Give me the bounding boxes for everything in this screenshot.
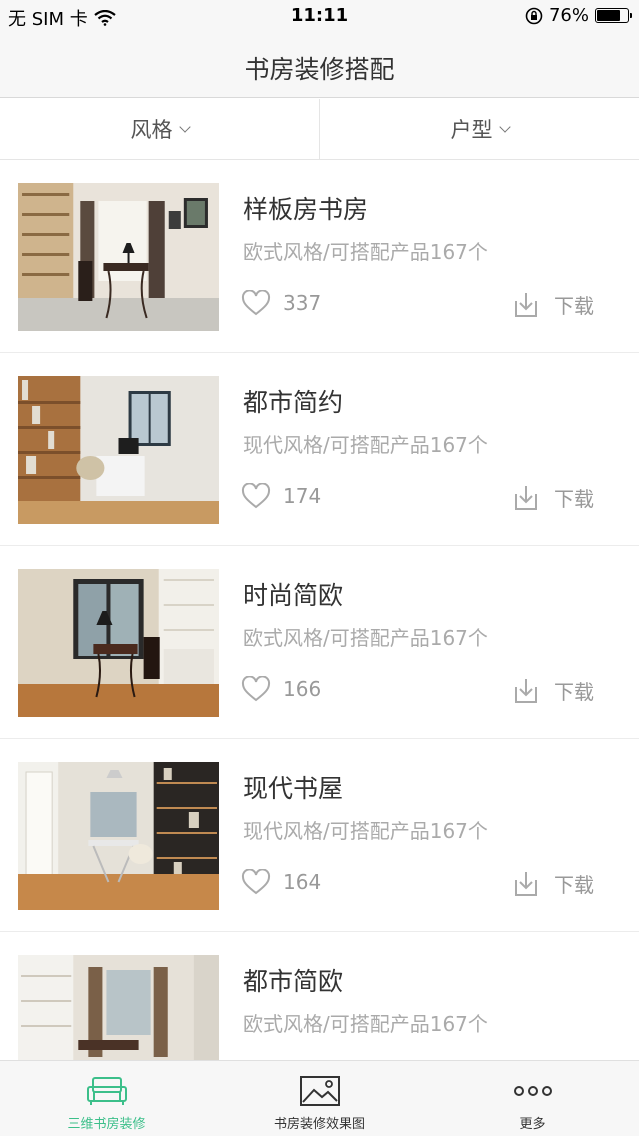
download-button[interactable]: 下载: [512, 483, 594, 512]
download-label: 下载: [554, 680, 594, 704]
more-dots-icon: [513, 1086, 552, 1096]
heart-icon: [241, 483, 271, 509]
download-label: 下载: [554, 487, 594, 511]
tab-label: 三维书房装修: [67, 1117, 146, 1132]
filter-style-label: 风格: [130, 118, 173, 142]
like-count: 174: [283, 484, 322, 508]
like-button[interactable]: 337: [241, 290, 321, 316]
page-title: 书房装修搭配: [244, 55, 395, 84]
item-title: 现代书屋: [243, 774, 344, 803]
room-thumbnail[interactable]: [18, 762, 219, 910]
item-subtitle: 欧式风格/可搭配产品167个: [243, 1012, 488, 1036]
tab-bar: 三维书房装修 书房装修效果图 更多: [0, 1060, 639, 1136]
filter-layout-label: 户型: [450, 118, 493, 142]
item-subtitle: 欧式风格/可搭配产品167个: [243, 240, 488, 264]
like-button[interactable]: 174: [241, 483, 321, 509]
item-subtitle: 欧式风格/可搭配产品167个: [243, 626, 488, 650]
download-icon: [515, 292, 537, 317]
item-subtitle: 现代风格/可搭配产品167个: [243, 433, 488, 457]
room-thumbnail[interactable]: [18, 955, 219, 1060]
item-title: 时尚简欧: [243, 581, 344, 610]
download-icon: [515, 678, 537, 703]
tab-label: 更多: [519, 1117, 546, 1132]
chevron-down-icon: [498, 120, 511, 133]
like-count: 164: [283, 870, 322, 894]
battery-fill: [597, 10, 620, 21]
heart-icon: [241, 290, 271, 316]
download-label: 下载: [554, 294, 594, 318]
download-button[interactable]: 下载: [512, 290, 594, 319]
heart-icon: [241, 676, 271, 702]
battery-percent: 76%: [548, 5, 589, 26]
download-label: 下载: [554, 873, 594, 897]
room-thumbnail[interactable]: [18, 183, 219, 331]
status-right: 76%: [525, 5, 632, 26]
room-thumbnail[interactable]: [18, 376, 219, 524]
tab-study-effect-images[interactable]: 书房装修效果图: [213, 1061, 426, 1136]
tab-3d-study-decoration[interactable]: 三维书房装修: [0, 1061, 213, 1136]
item-title: 都市简欧: [243, 967, 344, 996]
design-list: 样板房书房 欧式风格/可搭配产品167个 337 下载 都市简约 现代风格/可搭…: [0, 160, 639, 1060]
list-item[interactable]: 都市简欧 欧式风格/可搭配产品167个: [0, 932, 639, 1060]
item-subtitle: 现代风格/可搭配产品167个: [243, 819, 488, 843]
like-button[interactable]: 164: [241, 869, 321, 895]
chevron-down-icon: [178, 120, 191, 133]
download-icon: [515, 871, 537, 896]
download-button[interactable]: 下载: [512, 869, 594, 898]
filter-style-dropdown[interactable]: 风格: [0, 99, 319, 159]
download-icon: [515, 485, 537, 510]
filter-bar: 风格 户型: [0, 99, 639, 160]
status-bar: 无 SIM 卡 11:11 76%: [0, 0, 639, 34]
list-item[interactable]: 时尚简欧 欧式风格/可搭配产品167个 166 下载: [0, 546, 639, 739]
list-item[interactable]: 样板房书房 欧式风格/可搭配产品167个 337 下载: [0, 160, 639, 353]
tab-more[interactable]: 更多: [426, 1061, 639, 1136]
room-thumbnail[interactable]: [18, 569, 219, 717]
list-item[interactable]: 都市简约 现代风格/可搭配产品167个 174 下载: [0, 353, 639, 546]
like-button[interactable]: 166: [241, 676, 321, 702]
list-item[interactable]: 现代书屋 现代风格/可搭配产品167个 164 下载: [0, 739, 639, 932]
like-count: 166: [283, 677, 322, 701]
download-button[interactable]: 下载: [512, 676, 594, 705]
tab-label: 书房装修效果图: [273, 1117, 365, 1132]
heart-icon: [241, 869, 271, 895]
filter-layout-dropdown[interactable]: 户型: [319, 99, 639, 159]
rotation-lock-icon: [525, 7, 543, 24]
item-title: 都市简约: [243, 388, 344, 417]
picture-icon: [299, 1076, 340, 1106]
like-count: 337: [283, 291, 322, 315]
sofa-icon: [86, 1077, 127, 1105]
battery-icon: [595, 8, 632, 23]
navigation-bar: 书房装修搭配: [0, 34, 639, 98]
item-title: 样板房书房: [243, 195, 369, 224]
